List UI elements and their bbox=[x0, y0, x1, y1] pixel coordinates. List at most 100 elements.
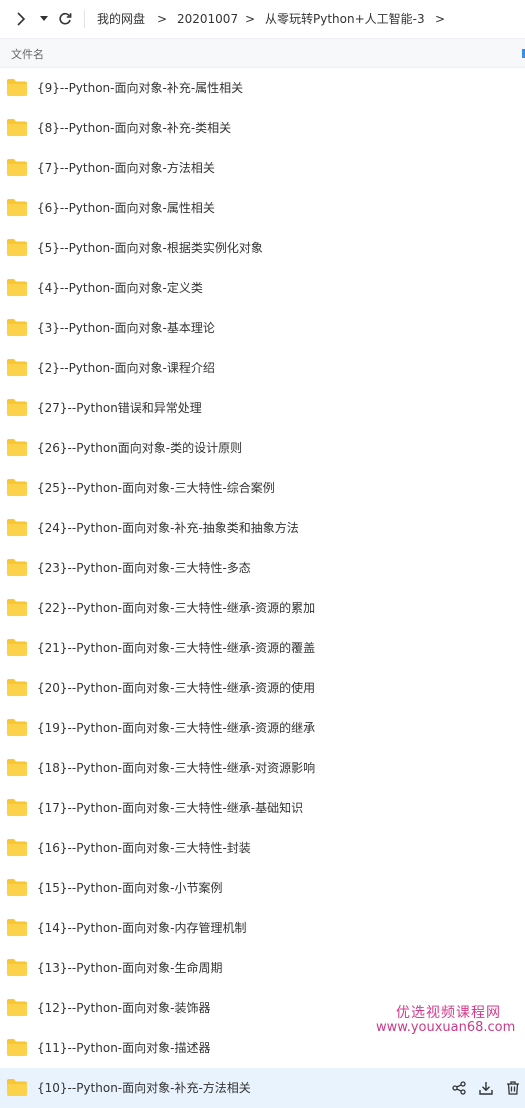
folder-icon bbox=[7, 999, 27, 1016]
file-name[interactable]: {3}--Python-面向对象-基本理论 bbox=[37, 320, 215, 336]
file-list-item[interactable]: {15}--Python-面向对象-小节案例 bbox=[0, 868, 525, 908]
folder-icon bbox=[7, 399, 27, 416]
chevron-right-icon bbox=[17, 12, 26, 26]
folder-icon bbox=[7, 719, 27, 736]
folder-icon bbox=[7, 319, 27, 336]
folder-icon bbox=[7, 599, 27, 616]
file-list-item[interactable]: {10}--Python-面向对象-补充-方法相关 bbox=[0, 1068, 525, 1108]
file-list-item[interactable]: {13}--Python-面向对象-生命周期 bbox=[0, 948, 525, 988]
folder-icon bbox=[7, 279, 27, 296]
folder-icon bbox=[7, 639, 27, 656]
file-name[interactable]: {9}--Python-面向对象-补充-属性相关 bbox=[37, 80, 243, 96]
download-icon bbox=[478, 1081, 493, 1095]
share-button[interactable] bbox=[450, 1079, 467, 1096]
watermark-title: 优选视频课程网 bbox=[396, 1005, 501, 1021]
forward-button[interactable] bbox=[13, 10, 29, 28]
refresh-icon bbox=[59, 12, 72, 25]
column-header-filename[interactable]: 文件名 bbox=[11, 46, 44, 62]
file-name[interactable]: {12}--Python-面向对象-装饰器 bbox=[37, 1000, 210, 1016]
folder-icon bbox=[7, 679, 27, 696]
file-name[interactable]: {10}--Python-面向对象-补充-方法相关 bbox=[37, 1080, 251, 1096]
file-name[interactable]: {20}--Python-面向对象-三大特性-继承-资源的使用 bbox=[37, 680, 315, 696]
file-list-item[interactable]: {27}--Python错误和异常处理 bbox=[0, 388, 525, 428]
file-name[interactable]: {18}--Python-面向对象-三大特性-继承-对资源影响 bbox=[37, 760, 315, 776]
file-name[interactable]: {26}--Python面向对象-类的设计原则 bbox=[37, 440, 242, 456]
file-name[interactable]: {23}--Python-面向对象-三大特性-多态 bbox=[37, 560, 251, 576]
file-list-item[interactable]: {21}--Python-面向对象-三大特性-继承-资源的覆盖 bbox=[0, 628, 525, 668]
folder-icon bbox=[7, 79, 27, 96]
caret-down-icon bbox=[40, 16, 48, 21]
breadcrumb-root[interactable]: 我的网盘 bbox=[97, 11, 145, 27]
file-list-item[interactable]: {14}--Python-面向对象-内存管理机制 bbox=[0, 908, 525, 948]
file-name[interactable]: {17}--Python-面向对象-三大特性-继承-基础知识 bbox=[37, 800, 303, 816]
file-name[interactable]: {4}--Python-面向对象-定义类 bbox=[37, 280, 203, 296]
file-name[interactable]: {5}--Python-面向对象-根据类实例化对象 bbox=[37, 240, 263, 256]
file-name[interactable]: {25}--Python-面向对象-三大特性-综合案例 bbox=[37, 480, 275, 496]
breadcrumb-separator: > bbox=[245, 12, 256, 26]
share-icon bbox=[451, 1080, 466, 1095]
file-name[interactable]: {13}--Python-面向对象-生命周期 bbox=[37, 960, 222, 976]
file-list-item[interactable]: {22}--Python-面向对象-三大特性-继承-资源的累加 bbox=[0, 588, 525, 628]
path-toolbar: 我的网盘 > 20201007 > 从零玩转Python+人工智能-3 > bbox=[0, 0, 525, 38]
file-list-item[interactable]: {2}--Python-面向对象-课程介绍 bbox=[0, 348, 525, 388]
watermark-url: www.youxuan68.com bbox=[376, 1020, 516, 1035]
folder-icon bbox=[7, 759, 27, 776]
file-list-item[interactable]: {3}--Python-面向对象-基本理论 bbox=[0, 308, 525, 348]
folder-icon bbox=[7, 1039, 27, 1056]
download-button[interactable] bbox=[477, 1079, 494, 1096]
folder-icon bbox=[7, 479, 27, 496]
file-name[interactable]: {2}--Python-面向对象-课程介绍 bbox=[37, 360, 215, 376]
folder-icon bbox=[7, 1079, 27, 1096]
file-list-item[interactable]: {19}--Python-面向对象-三大特性-继承-资源的继承 bbox=[0, 708, 525, 748]
row-actions bbox=[450, 1079, 521, 1096]
file-name[interactable]: {8}--Python-面向对象-补充-类相关 bbox=[37, 120, 231, 136]
file-name[interactable]: {19}--Python-面向对象-三大特性-继承-资源的继承 bbox=[37, 720, 315, 736]
breadcrumb-folder-date[interactable]: 20201007 bbox=[177, 11, 238, 27]
file-list-item[interactable]: {6}--Python-面向对象-属性相关 bbox=[0, 188, 525, 228]
file-list-item[interactable]: {16}--Python-面向对象-三大特性-封装 bbox=[0, 828, 525, 868]
file-name[interactable]: {15}--Python-面向对象-小节案例 bbox=[37, 880, 222, 896]
file-list-item[interactable]: {23}--Python-面向对象-三大特性-多态 bbox=[0, 548, 525, 588]
folder-icon bbox=[7, 919, 27, 936]
file-list-item[interactable]: {9}--Python-面向对象-补充-属性相关 bbox=[0, 68, 525, 108]
file-list-item[interactable]: {18}--Python-面向对象-三大特性-继承-对资源影响 bbox=[0, 748, 525, 788]
folder-icon bbox=[7, 359, 27, 376]
file-list-item[interactable]: {4}--Python-面向对象-定义类 bbox=[0, 268, 525, 308]
history-dropdown-button[interactable] bbox=[38, 11, 50, 27]
file-list-item[interactable]: {20}--Python-面向对象-三大特性-继承-资源的使用 bbox=[0, 668, 525, 708]
folder-icon bbox=[7, 799, 27, 816]
breadcrumb-separator: > bbox=[157, 12, 168, 26]
delete-button[interactable] bbox=[504, 1079, 521, 1096]
file-name[interactable]: {14}--Python-面向对象-内存管理机制 bbox=[37, 920, 246, 936]
file-name[interactable]: {21}--Python-面向对象-三大特性-继承-资源的覆盖 bbox=[37, 640, 315, 656]
file-list-header: 文件名 bbox=[0, 38, 525, 68]
file-name[interactable]: {6}--Python-面向对象-属性相关 bbox=[37, 200, 215, 216]
folder-icon bbox=[7, 199, 27, 216]
folder-icon bbox=[7, 239, 27, 256]
folder-icon bbox=[7, 879, 27, 896]
folder-icon bbox=[7, 959, 27, 976]
file-name[interactable]: {24}--Python-面向对象-补充-抽象类和抽象方法 bbox=[37, 520, 299, 536]
file-list-item[interactable]: {26}--Python面向对象-类的设计原则 bbox=[0, 428, 525, 468]
file-list: {9}--Python-面向对象-补充-属性相关 {8}--Python-面向对象… bbox=[0, 68, 525, 1108]
file-list-item[interactable]: {7}--Python-面向对象-方法相关 bbox=[0, 148, 525, 188]
file-list-item[interactable]: {25}--Python-面向对象-三大特性-综合案例 bbox=[0, 468, 525, 508]
file-list-item[interactable]: {8}--Python-面向对象-补充-类相关 bbox=[0, 108, 525, 148]
file-list-item[interactable]: {24}--Python-面向对象-补充-抽象类和抽象方法 bbox=[0, 508, 525, 548]
folder-icon bbox=[7, 559, 27, 576]
file-list-item[interactable]: {5}--Python-面向对象-根据类实例化对象 bbox=[0, 228, 525, 268]
breadcrumb-folder-course[interactable]: 从零玩转Python+人工智能-3 bbox=[265, 11, 425, 27]
file-name[interactable]: {16}--Python-面向对象-三大特性-封装 bbox=[37, 840, 251, 856]
folder-icon bbox=[7, 439, 27, 456]
refresh-button[interactable] bbox=[56, 10, 74, 28]
file-name[interactable]: {11}--Python-面向对象-描述器 bbox=[37, 1040, 210, 1056]
file-list-item[interactable]: {17}--Python-面向对象-三大特性-继承-基础知识 bbox=[0, 788, 525, 828]
file-name[interactable]: {27}--Python错误和异常处理 bbox=[37, 400, 202, 416]
folder-icon bbox=[7, 159, 27, 176]
file-name[interactable]: {7}--Python-面向对象-方法相关 bbox=[37, 160, 215, 176]
breadcrumb-separator: > bbox=[435, 12, 446, 26]
file-name[interactable]: {22}--Python-面向对象-三大特性-继承-资源的累加 bbox=[37, 600, 315, 616]
folder-icon bbox=[7, 119, 27, 136]
toolbar-divider bbox=[84, 10, 85, 28]
delete-icon bbox=[506, 1080, 519, 1095]
